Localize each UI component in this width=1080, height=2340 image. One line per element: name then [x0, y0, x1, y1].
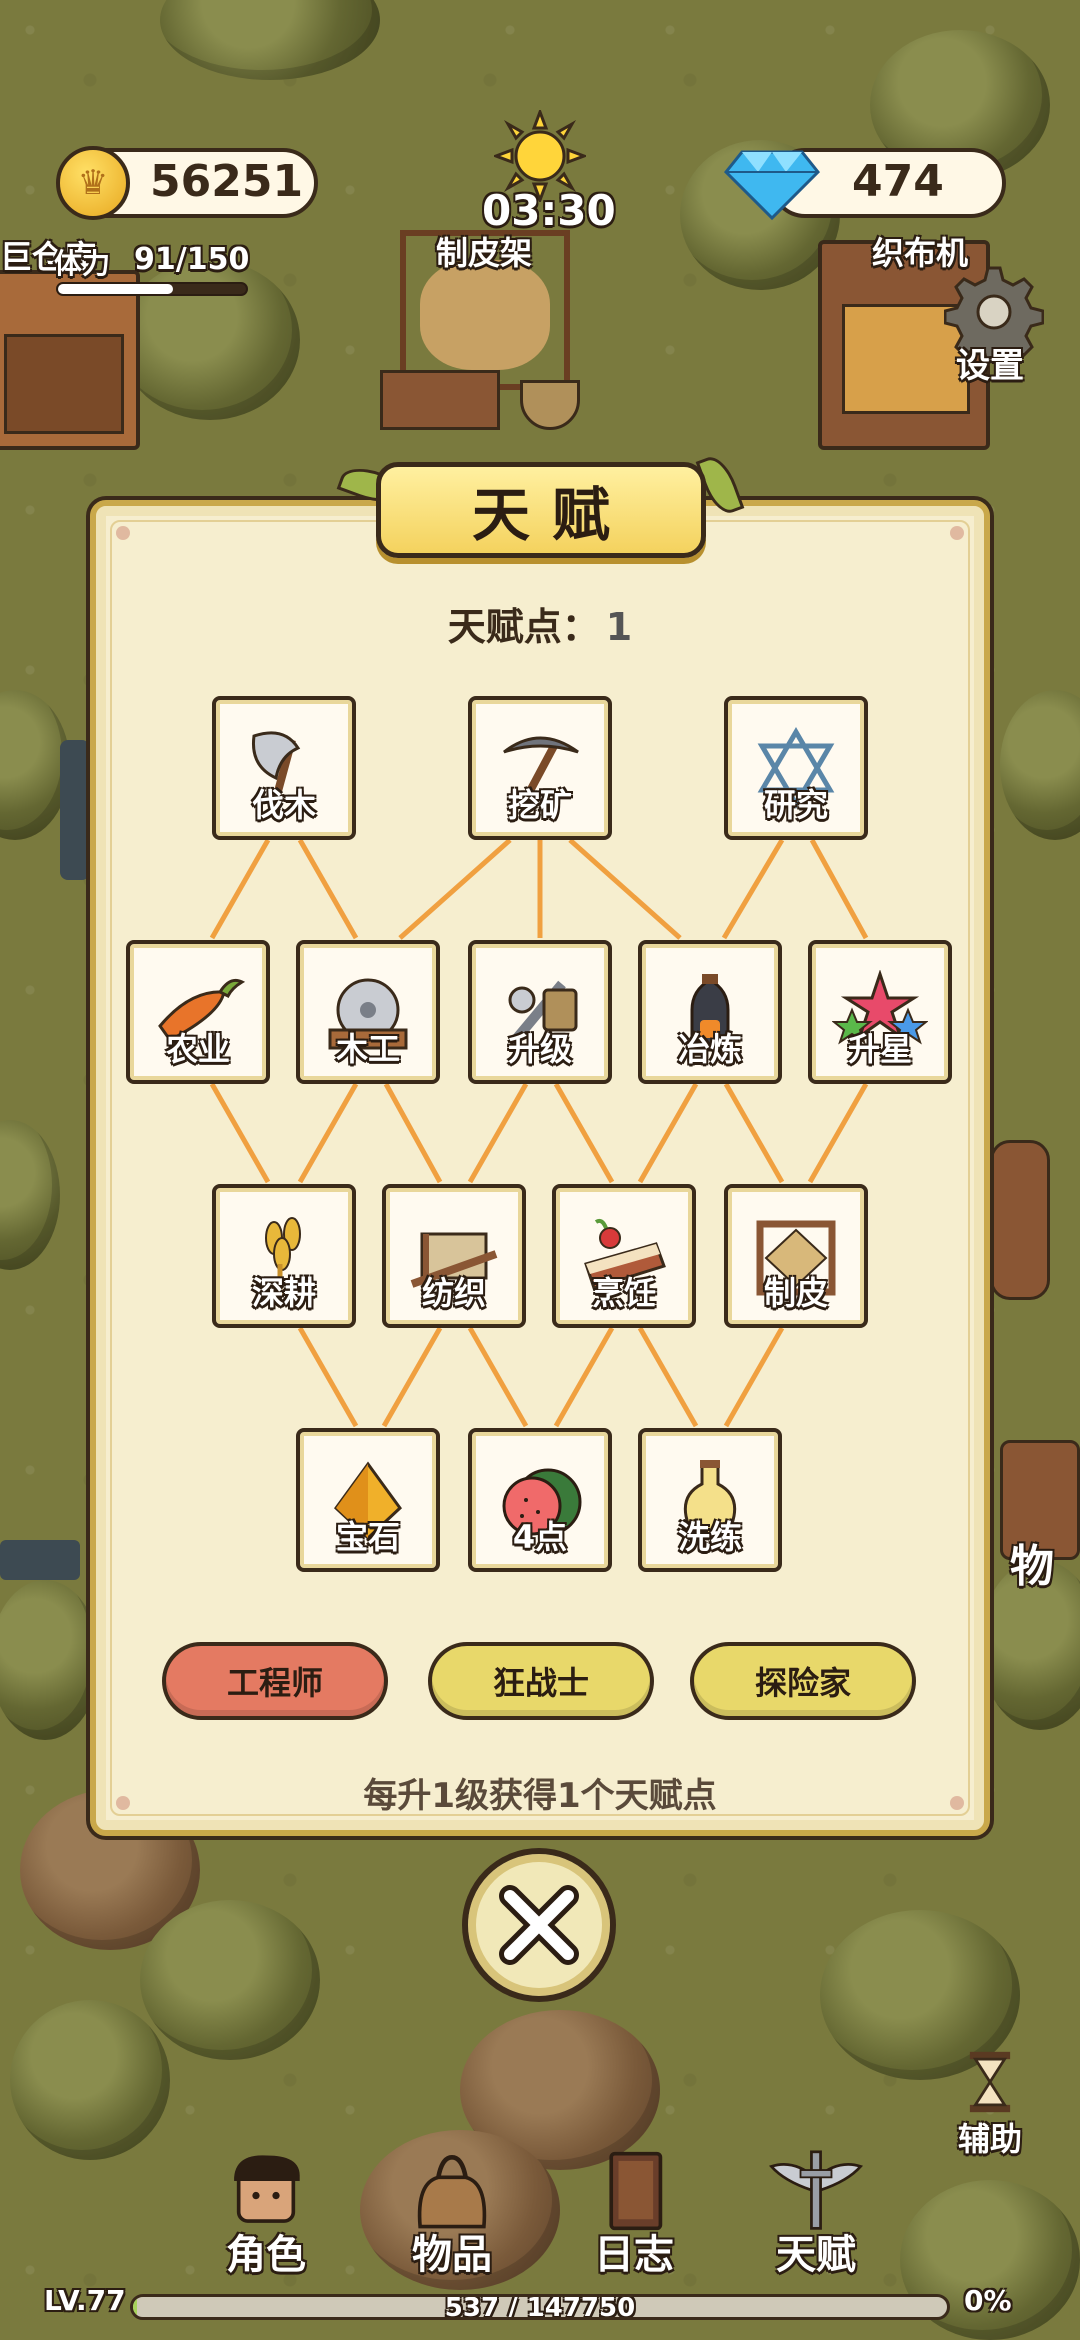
- tanning-rack-label: 制皮架: [436, 234, 533, 272]
- talent-farming[interactable]: 农业: [126, 940, 270, 1084]
- talent-deep-plowing[interactable]: 深耕: [212, 1184, 356, 1328]
- talent-label: 升级: [507, 1030, 572, 1068]
- talent-research[interactable]: 研究: [724, 696, 868, 840]
- nav-talent[interactable]: 天赋: [746, 2150, 886, 2280]
- talent-points-value: 1: [605, 605, 633, 649]
- nav-label: 日志: [594, 2232, 674, 2278]
- talent-label: 制皮: [763, 1274, 828, 1312]
- nav-label: 角色: [226, 2232, 306, 2278]
- panel-title-banner: 天赋: [376, 462, 706, 558]
- corner-dot: [116, 526, 130, 540]
- talent-label: 4点: [512, 1518, 568, 1556]
- player-level: LV.77: [44, 2284, 126, 2317]
- talent-tanning[interactable]: 制皮: [724, 1184, 868, 1328]
- talent-label: 升星: [847, 1030, 912, 1068]
- corner-dot: [950, 526, 964, 540]
- xp-progress: 537 / 147750: [444, 2294, 636, 2320]
- talent-weaving[interactable]: 纺织: [382, 1184, 526, 1328]
- tree: [0, 1580, 100, 1740]
- talent-four-points[interactable]: 4点: [468, 1428, 612, 1572]
- nav-journal[interactable]: 日志: [564, 2150, 704, 2280]
- close-button[interactable]: [462, 1848, 616, 2002]
- talent-label: 挖矿: [507, 786, 572, 824]
- cart: [0, 1540, 80, 1580]
- talent-logging[interactable]: 伐木: [212, 696, 356, 840]
- class-button-berserker[interactable]: 狂战士: [428, 1642, 654, 1720]
- tree: [0, 1120, 60, 1270]
- talent-label: 深耕: [251, 1274, 316, 1312]
- tree: [160, 0, 380, 80]
- talent-smelting[interactable]: 冶炼: [638, 940, 782, 1084]
- talent-label: 农业: [165, 1030, 230, 1068]
- gem-value: 474: [852, 156, 944, 207]
- crown-coin-icon: ♛: [56, 146, 130, 220]
- side-building-label[interactable]: 物: [1010, 1530, 1054, 1594]
- tree: [1000, 690, 1080, 840]
- stamina-label: 体力: [54, 247, 111, 280]
- talent-label: 纺织: [421, 1274, 486, 1312]
- panel-title: 天赋: [471, 481, 632, 549]
- stamina-value: 91/150: [134, 242, 250, 277]
- wings-sword-icon: [768, 2150, 864, 2230]
- stamina-fill: [58, 284, 173, 294]
- class-button-engineer[interactable]: 工程师: [162, 1642, 388, 1720]
- talent-label: 研究: [763, 786, 828, 824]
- talent-gem[interactable]: 宝石: [296, 1428, 440, 1572]
- talent-star-up[interactable]: 升星: [808, 940, 952, 1084]
- talent-label: 冶炼: [677, 1030, 742, 1068]
- nav-character[interactable]: 角色: [196, 2150, 336, 2280]
- talent-point-rule: 每升1级获得1个天赋点: [363, 1776, 717, 1816]
- talent-refine[interactable]: 洗练: [638, 1428, 782, 1572]
- talent-label: 宝石: [335, 1518, 400, 1556]
- log-pile: [990, 1140, 1050, 1300]
- tree: [10, 2000, 170, 2160]
- coin-value: 56251: [150, 156, 304, 207]
- talent-carpentry[interactable]: 木工: [296, 940, 440, 1084]
- nav-items[interactable]: 物品: [382, 2150, 522, 2280]
- talent-label: 伐木: [251, 786, 316, 824]
- nav-label: 物品: [412, 2232, 492, 2278]
- talent-label: 洗练: [677, 1518, 742, 1556]
- settings-label[interactable]: 设置: [956, 338, 1024, 387]
- xp-percent: 0%: [964, 2284, 1012, 2317]
- journal-icon: [609, 2151, 663, 2231]
- warehouse-building[interactable]: [0, 270, 140, 450]
- bag-icon: [417, 2155, 487, 2229]
- signpost: [60, 740, 90, 880]
- xp-bar: 537 / 147750: [130, 2294, 950, 2320]
- stamina-bar: [56, 282, 248, 296]
- talent-label: 烹饪: [591, 1274, 656, 1312]
- close-icon: [499, 1885, 579, 1965]
- diamond-icon: [724, 150, 820, 221]
- character-icon: [234, 2155, 300, 2223]
- talent-mining[interactable]: 挖矿: [468, 696, 612, 840]
- hourglass-icon: [969, 2051, 1011, 2113]
- talent-cooking[interactable]: 烹饪: [552, 1184, 696, 1328]
- talent-points: 天赋点： 1: [0, 596, 1080, 651]
- nav-label: 天赋: [776, 2232, 856, 2278]
- talent-label: 木工: [335, 1030, 400, 1068]
- talent-points-label: 天赋点：: [447, 605, 600, 649]
- helper-label[interactable]: 辅助: [958, 2114, 1022, 2160]
- class-button-explorer[interactable]: 探险家: [690, 1642, 916, 1720]
- helper-button[interactable]: 辅助: [940, 2050, 1040, 2160]
- talent-upgrade[interactable]: 升级: [468, 940, 612, 1084]
- tree: [140, 1900, 320, 2060]
